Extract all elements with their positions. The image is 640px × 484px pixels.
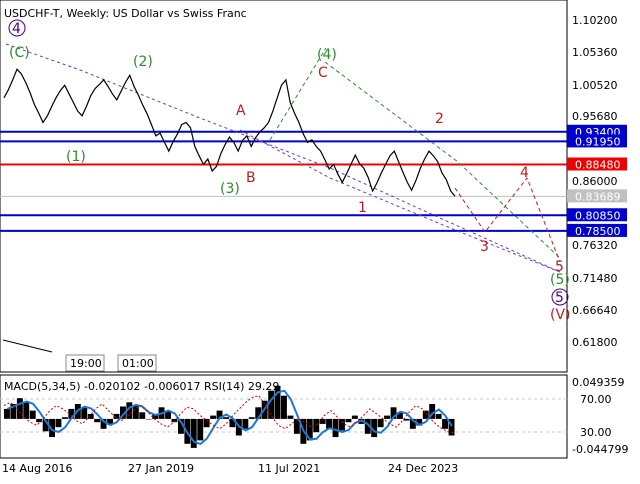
- macd-bar: [287, 415, 294, 419]
- wave-label-3-green: (3): [220, 181, 240, 197]
- time-tick: 14 Aug 2016: [2, 462, 72, 475]
- wave-label-2-green: (2): [133, 54, 153, 70]
- chart-window[interactable]: USDCHF-T, Weekly: US Dollar vs Swiss Fra…: [0, 0, 640, 480]
- macd-bar: [145, 418, 152, 420]
- price-tick: 1.00520: [572, 79, 618, 92]
- macd-bar: [203, 418, 210, 428]
- price-tick: 0.95680: [572, 110, 618, 123]
- indicator-title: MACD(5,34,5) -0.020102 -0.006017 RSI(14)…: [4, 380, 279, 393]
- chart-header: USDCHF-T, Weekly: US Dollar vs Swiss Fra…: [4, 7, 247, 20]
- macd-bar: [422, 410, 429, 419]
- wave-label-b-red: B: [246, 170, 256, 186]
- wave-label-4-red: 4: [520, 165, 529, 181]
- time-tick: 11 Jul 2021: [258, 462, 320, 475]
- macd-bar: [190, 418, 197, 448]
- macd-bar: [94, 418, 101, 423]
- wave-label-3-red: 3: [480, 239, 489, 255]
- wave-label-a-red: A: [236, 103, 246, 119]
- indicator-tick: 0.049359: [572, 376, 625, 389]
- macd-bar: [345, 418, 352, 423]
- price-level-label: 0.80850: [575, 209, 621, 222]
- price-tick: 0.76320: [572, 239, 618, 252]
- wave-label-5-green: (5): [550, 272, 570, 288]
- price-panel[interactable]: [0, 0, 568, 373]
- price-level-label: 0.91950: [575, 135, 621, 148]
- macd-bar: [351, 415, 358, 419]
- wave-label-v-red: (V): [550, 307, 571, 323]
- price-tick: 1.05360: [572, 46, 618, 59]
- instrument-description: US Dollar vs Swiss Franc: [113, 7, 247, 20]
- macd-bar: [435, 413, 442, 419]
- macd-bar: [332, 418, 339, 438]
- wave-label-5-circle: 5: [555, 290, 564, 306]
- timeframe-label: Weekly: [66, 7, 106, 20]
- macd-bar: [403, 418, 410, 421]
- indicator-tick: -0.044799: [572, 443, 628, 456]
- macd-bar: [55, 418, 62, 428]
- current-price-label: 0.83689: [575, 190, 621, 203]
- wave-label-2-red: 2: [435, 111, 444, 127]
- macd-bar: [274, 385, 281, 419]
- wave-label-1-green: (1): [66, 149, 86, 165]
- price-tick: 0.61800: [572, 336, 618, 349]
- macd-bar: [319, 418, 326, 424]
- macd-bar: [326, 418, 332, 429]
- symbol-label: USDCHF-T: [4, 7, 60, 20]
- price-tick: 0.71480: [572, 272, 618, 285]
- macd-bar: [16, 398, 23, 419]
- macd-bar: [281, 395, 287, 419]
- chart-canvas[interactable]: USDCHF-T, Weekly: US Dollar vs Swiss Fra…: [0, 0, 640, 480]
- macd-bar: [197, 418, 204, 441]
- price-tick: 1.10200: [572, 14, 618, 27]
- time-axis: 14 Aug 2016 27 Jan 2019 11 Jul 2021 24 D…: [2, 462, 458, 475]
- time-tick: 27 Jan 2019: [128, 462, 194, 475]
- indicator-tick: 70.00: [580, 393, 612, 406]
- indicator-axis: 0.049359 70.00 30.00 -0.044799: [572, 376, 628, 456]
- price-level-label: 0.88480: [575, 159, 621, 172]
- macd-bar: [23, 402, 30, 419]
- macd-bar: [139, 412, 146, 419]
- macd-bar: [87, 413, 94, 419]
- wave-label-4-green: (4): [317, 47, 337, 63]
- price-tick: 0.86000: [572, 175, 618, 188]
- indicator-tick: 30.00: [580, 426, 612, 439]
- macd-bar: [210, 415, 217, 419]
- macd-bar: [339, 418, 345, 431]
- macd-bar: [62, 417, 68, 419]
- time-tick: 24 Dec 2023: [388, 462, 458, 475]
- macd-bar: [384, 415, 390, 419]
- wave-label-c-green: (C): [9, 45, 30, 61]
- wave-label-c-red: C: [318, 65, 328, 81]
- macd-bar: [377, 418, 384, 428]
- mini-time-a: 19:00: [70, 357, 102, 370]
- wave-label-4-circle: 4: [12, 21, 21, 37]
- macd-bar: [268, 390, 275, 419]
- wave-label-1-red: 1: [358, 200, 367, 216]
- macd-bar: [223, 417, 229, 419]
- macd-bar: [242, 418, 249, 429]
- macd-bar: [29, 410, 36, 419]
- mini-time-b: 01:00: [122, 357, 154, 370]
- price-tick: 0.66640: [572, 304, 618, 317]
- price-axis: 1.10200 1.05360 1.00520 0.95680 0.86000 …: [572, 14, 618, 349]
- price-level-label: 0.78500: [575, 225, 621, 238]
- macd-bar: [4, 408, 10, 419]
- macd-bar: [248, 417, 255, 419]
